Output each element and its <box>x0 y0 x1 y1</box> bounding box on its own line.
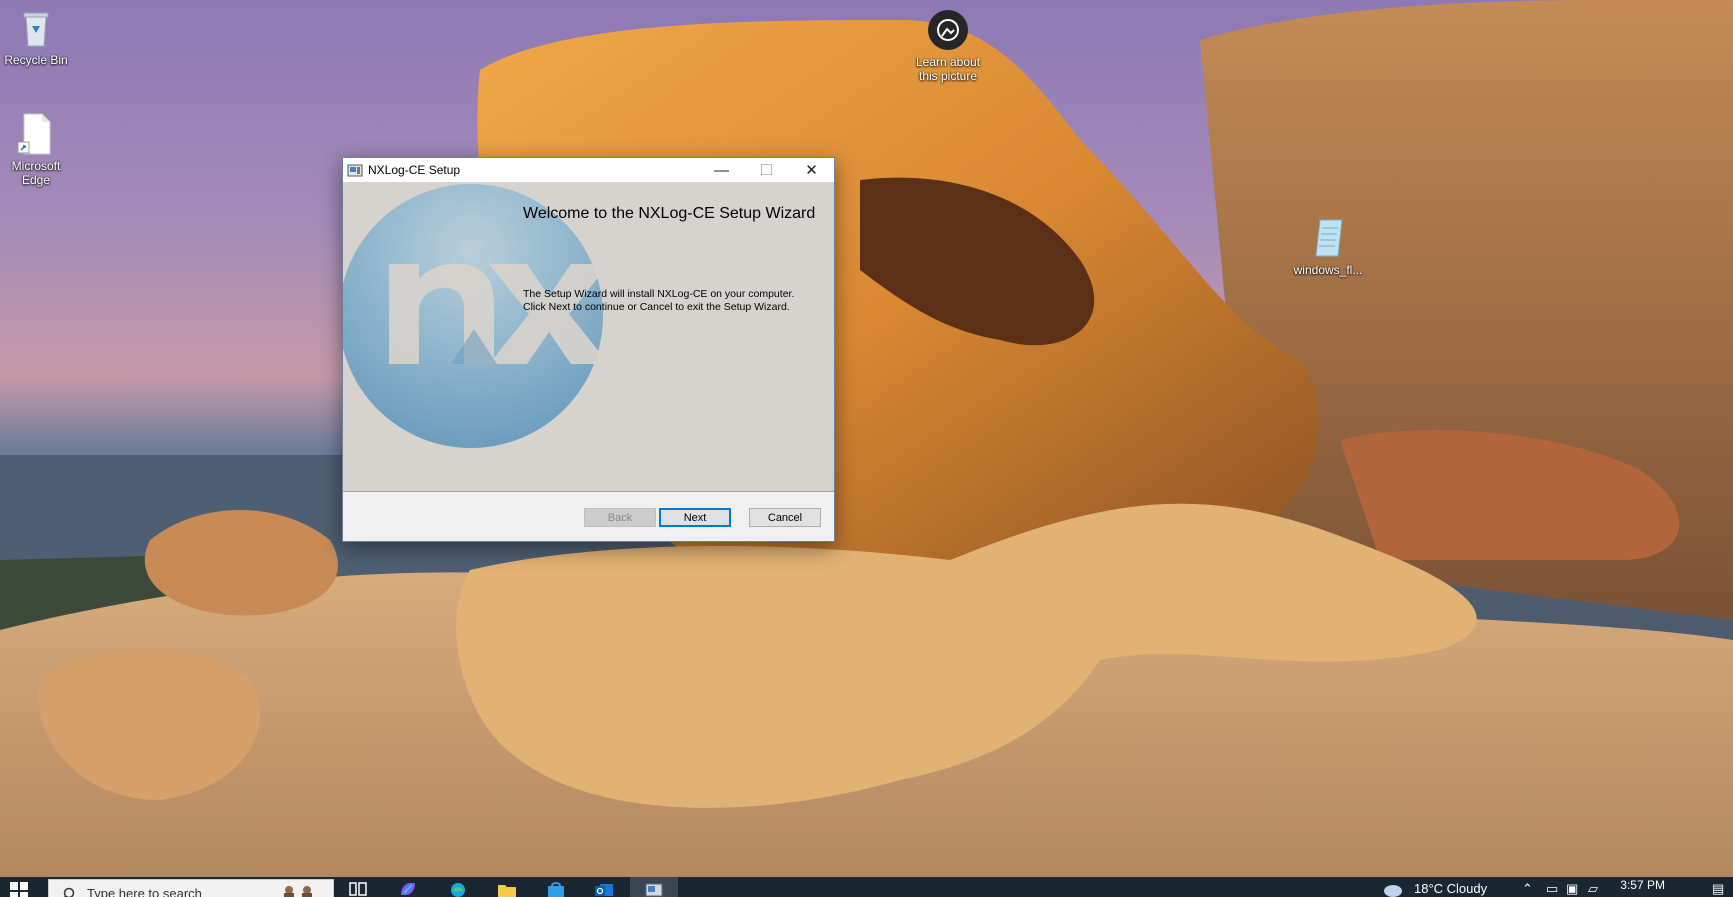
clock[interactable]: 3:57 PM <box>1620 878 1665 892</box>
recycle-bin-label: Recycle Bin <box>4 53 68 67</box>
cancel-button[interactable]: Cancel <box>749 508 821 527</box>
display-icon[interactable]: ▣ <box>1566 881 1578 897</box>
chevron-up-icon[interactable]: ⌃ <box>1522 881 1533 897</box>
microsoft-edge-label: Microsoft Edge <box>11 159 61 187</box>
copilot-icon[interactable] <box>398 881 418 897</box>
outlook-icon[interactable] <box>594 881 614 897</box>
weather-text[interactable]: 18°C Cloudy <box>1414 881 1487 896</box>
search-placeholder: Type here to search <box>87 886 202 897</box>
installer-taskbar-icon <box>645 883 663 897</box>
welcome-heading: Welcome to the NXLog-CE Setup Wizard <box>523 205 816 222</box>
desktop: Recycle Bin Microsoft Edge Learn about t… <box>0 0 1733 897</box>
windows-file-shortcut[interactable]: windows_fl... <box>1288 216 1368 277</box>
volume-icon[interactable]: ▱ <box>1588 881 1598 897</box>
installer-icon <box>347 162 363 178</box>
start-button[interactable] <box>10 882 28 897</box>
welcome-line-1: The Setup Wizard will install NXLog-CE o… <box>523 288 795 300</box>
notification-icon[interactable]: ▤ <box>1712 881 1724 897</box>
windows-logo-icon <box>10 882 28 897</box>
setup-window: NXLog-CE Setup — ☐ ✕ Welcome to the NXLo… <box>342 157 835 542</box>
notepad-file-icon <box>1306 216 1350 260</box>
recycle-bin-shortcut[interactable]: Recycle Bin <box>0 6 76 67</box>
learn-about-picture-label: Learn about this picture <box>915 55 981 83</box>
close-button[interactable]: ✕ <box>789 158 834 182</box>
nxlog-logo <box>343 184 609 448</box>
wallpaper <box>0 0 1733 897</box>
maximize-button[interactable]: ☐ <box>744 158 789 182</box>
file-explorer-icon[interactable] <box>497 881 517 897</box>
minimize-button[interactable]: — <box>699 158 744 182</box>
task-view-icon[interactable] <box>348 881 368 897</box>
next-button[interactable]: Next <box>659 508 731 527</box>
store-icon[interactable] <box>546 881 566 897</box>
setup-taskbar-button[interactable] <box>630 877 678 897</box>
taskbar: Type here to search 18°C Cloudy ⌃ ▭ ▣ ▱ … <box>0 877 1733 897</box>
network-icon[interactable]: ▭ <box>1546 881 1558 897</box>
taskbar-search[interactable]: Type here to search <box>48 879 334 897</box>
window-titlebar[interactable]: NXLog-CE Setup — ☐ ✕ <box>343 158 834 182</box>
window-title: NXLog-CE Setup <box>368 163 461 177</box>
recycle-bin-icon <box>14 6 58 50</box>
back-button[interactable]: Back <box>584 508 656 527</box>
windows-file-label: windows_fl... <box>1293 263 1363 277</box>
search-icon <box>63 887 75 897</box>
camera-location-icon <box>926 8 970 52</box>
edge-browser-icon[interactable] <box>448 881 468 897</box>
microsoft-edge-shortcut[interactable]: Microsoft Edge <box>0 112 76 187</box>
learn-about-picture-shortcut[interactable]: Learn about this picture <box>908 8 988 83</box>
welcome-description: The Setup Wizard will install NXLog-CE o… <box>523 288 823 314</box>
welcome-line-2: Click Next to continue or Cancel to exit… <box>523 301 790 313</box>
cloud-weather-icon <box>1384 885 1402 897</box>
wizard-footer: Back Next Cancel <box>343 492 834 541</box>
file-icon <box>14 112 58 156</box>
wizard-content: Welcome to the NXLog-CE Setup Wizard The… <box>343 182 834 491</box>
search-highlight-icon <box>284 886 312 897</box>
